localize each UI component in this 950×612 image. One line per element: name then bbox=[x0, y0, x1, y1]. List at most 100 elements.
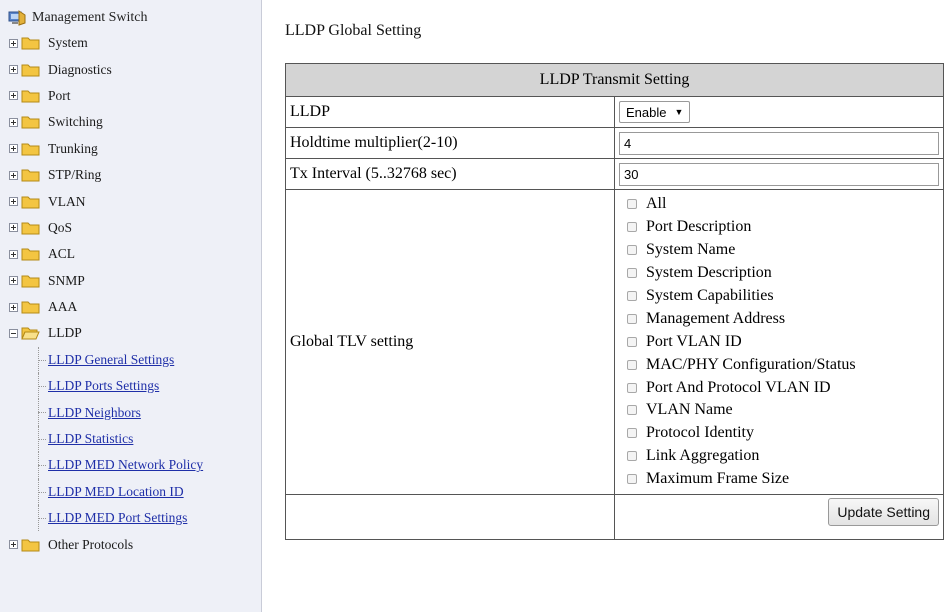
plus-box-icon[interactable] bbox=[9, 249, 18, 259]
sidebar-item-label: VLAN bbox=[48, 193, 86, 209]
sidebar-item-port[interactable]: Port bbox=[0, 83, 261, 109]
tlv-option-system-description[interactable]: System Description bbox=[627, 262, 939, 285]
plus-box-icon[interactable] bbox=[9, 38, 18, 48]
tlv-option-system-name[interactable]: System Name bbox=[627, 239, 939, 262]
lldp-med-network-policy-link[interactable]: LLDP MED Network Policy bbox=[48, 457, 203, 473]
sidebar-item-stp-ring[interactable]: STP/Ring bbox=[0, 162, 261, 188]
sidebar-subitem-lldp-med-network-policy[interactable]: LLDP MED Network Policy bbox=[0, 452, 261, 480]
plus-box-icon[interactable] bbox=[9, 540, 18, 550]
tx-interval-value-cell: 30 bbox=[614, 158, 944, 190]
tlv-option-all[interactable]: All bbox=[627, 193, 939, 216]
sidebar-subitem-lldp-ports-settings[interactable]: LLDP Ports Settings bbox=[0, 373, 261, 400]
sidebar-item-switching[interactable]: Switching bbox=[0, 109, 261, 135]
plus-box-icon[interactable] bbox=[9, 223, 18, 233]
checkbox-system-capabilities[interactable] bbox=[627, 291, 637, 301]
sidebar-item-label: QoS bbox=[48, 219, 73, 235]
sidebar-item-system[interactable]: System bbox=[0, 30, 261, 56]
plus-box-icon[interactable] bbox=[9, 197, 18, 207]
sidebar-item-other-protocols[interactable]: Other Protocols bbox=[0, 531, 261, 557]
sidebar-item-label: ACL bbox=[48, 246, 75, 262]
sidebar-subitem-lldp-general-settings[interactable]: LLDP General Settings bbox=[0, 346, 261, 374]
checkbox-maximum-frame-size[interactable] bbox=[627, 474, 637, 485]
sidebar-item-snmp[interactable]: SNMP bbox=[0, 268, 261, 294]
lldp-med-location-id-link[interactable]: LLDP MED Location ID bbox=[48, 484, 184, 500]
lldp-general-settings-link[interactable]: LLDP General Settings bbox=[48, 352, 174, 368]
tlv-option-vlan-name[interactable]: VLAN Name bbox=[627, 399, 939, 422]
global-tlv-label: Global TLV setting bbox=[285, 189, 615, 495]
update-setting-button[interactable]: Update Setting bbox=[828, 497, 939, 526]
checkbox-management-address[interactable] bbox=[627, 313, 637, 324]
tlv-option-mac-phy-config[interactable]: MAC/PHY Configuration/Status bbox=[627, 353, 939, 376]
sidebar-item-label: LLDP bbox=[48, 325, 82, 341]
sidebar-subitem-lldp-neighbors[interactable]: LLDP Neighbors bbox=[0, 399, 261, 427]
checkbox-all[interactable] bbox=[627, 199, 637, 210]
lldp-ports-settings-link[interactable]: LLDP Ports Settings bbox=[48, 378, 159, 394]
tree-root-label: Management Switch bbox=[32, 10, 148, 25]
folder-icon bbox=[21, 196, 40, 209]
tlv-checkbox-list: All Port Description System Name System … bbox=[619, 193, 939, 491]
tlv-option-port-protocol-vlan-id[interactable]: Port And Protocol VLAN ID bbox=[627, 376, 939, 399]
folder-icon bbox=[21, 275, 40, 288]
sidebar-item-vlan[interactable]: VLAN bbox=[0, 188, 261, 214]
tx-interval-input[interactable]: 30 bbox=[619, 162, 939, 186]
sidebar-item-diagnostics[interactable]: Diagnostics bbox=[0, 56, 261, 82]
checkbox-port-description[interactable] bbox=[627, 222, 637, 233]
lldp-enable-select[interactable]: Enable ▼ bbox=[619, 101, 691, 123]
plus-box-icon[interactable] bbox=[9, 65, 18, 75]
table-row: Tx Interval (5..32768 sec) 30 bbox=[285, 158, 944, 190]
sidebar-subitem-lldp-med-location-id[interactable]: LLDP MED Location ID bbox=[0, 478, 261, 506]
lldp-statistics-link[interactable]: LLDP Statistics bbox=[48, 431, 133, 447]
sidebar-item-aaa[interactable]: AAA bbox=[0, 294, 261, 320]
plus-box-icon[interactable] bbox=[9, 302, 18, 312]
tlv-option-maximum-frame-size[interactable]: Maximum Frame Size bbox=[627, 468, 939, 491]
sidebar-subitem-lldp-med-port-settings[interactable]: LLDP MED Port Settings bbox=[0, 505, 261, 532]
folder-icon bbox=[21, 37, 40, 50]
lldp-neighbors-link[interactable]: LLDP Neighbors bbox=[48, 405, 141, 421]
tlv-option-label: System Name bbox=[646, 241, 736, 259]
checkbox-port-protocol-vlan-id[interactable] bbox=[627, 382, 637, 393]
sidebar-item-label: Port bbox=[48, 87, 71, 103]
sidebar-subitem-lldp-statistics[interactable]: LLDP Statistics bbox=[0, 425, 261, 453]
tlv-option-protocol-identity[interactable]: Protocol Identity bbox=[627, 422, 939, 445]
sidebar-tree: Management Switch System Diagnostics Por… bbox=[0, 0, 262, 612]
tlv-option-link-aggregation[interactable]: Link Aggregation bbox=[627, 445, 939, 468]
holdtime-multiplier-input[interactable]: 4 bbox=[619, 131, 939, 155]
tlv-option-port-description[interactable]: Port Description bbox=[627, 216, 939, 239]
tlv-option-label: Port And Protocol VLAN ID bbox=[646, 378, 831, 396]
lldp-med-port-settings-link[interactable]: LLDP MED Port Settings bbox=[48, 510, 187, 526]
plus-box-icon[interactable] bbox=[9, 91, 18, 101]
minus-box-icon[interactable] bbox=[9, 328, 18, 338]
plus-box-icon[interactable] bbox=[9, 170, 18, 180]
tlv-option-label: VLAN Name bbox=[646, 401, 733, 419]
tlv-option-label: System Description bbox=[646, 264, 772, 282]
tlv-option-label: Port VLAN ID bbox=[646, 332, 742, 350]
holdtime-label: Holdtime multiplier(2-10) bbox=[285, 127, 615, 159]
tlv-option-system-capabilities[interactable]: System Capabilities bbox=[627, 285, 939, 308]
sidebar-item-qos[interactable]: QoS bbox=[0, 215, 261, 241]
tx-interval-label: Tx Interval (5..32768 sec) bbox=[285, 158, 615, 190]
plus-box-icon[interactable] bbox=[9, 276, 18, 286]
checkbox-vlan-name[interactable] bbox=[627, 405, 637, 416]
folder-icon bbox=[21, 301, 40, 314]
checkbox-protocol-identity[interactable] bbox=[627, 428, 637, 439]
page-title: LLDP Global Setting bbox=[285, 22, 422, 39]
caret-down-icon: ▼ bbox=[674, 107, 684, 117]
checkbox-port-vlan-id[interactable] bbox=[627, 336, 637, 347]
sidebar-item-lldp[interactable]: LLDP bbox=[0, 320, 261, 346]
checkbox-link-aggregation[interactable] bbox=[627, 451, 637, 462]
plus-box-icon[interactable] bbox=[9, 144, 18, 154]
checkbox-system-description[interactable] bbox=[627, 268, 637, 279]
tree-root[interactable]: Management Switch bbox=[0, 8, 261, 28]
checkbox-mac-phy-config[interactable] bbox=[627, 359, 637, 370]
sidebar-item-acl[interactable]: ACL bbox=[0, 241, 261, 267]
tlv-option-management-address[interactable]: Management Address bbox=[627, 307, 939, 330]
sidebar-item-label: Trunking bbox=[48, 140, 98, 156]
checkbox-system-name[interactable] bbox=[627, 245, 637, 256]
sidebar-item-trunking[interactable]: Trunking bbox=[0, 136, 261, 162]
table-row: Global TLV setting All Port Description … bbox=[285, 189, 944, 495]
plus-box-icon[interactable] bbox=[9, 117, 18, 127]
sidebar-item-label: Diagnostics bbox=[48, 61, 112, 77]
tlv-option-port-vlan-id[interactable]: Port VLAN ID bbox=[627, 330, 939, 353]
tlv-option-label: Protocol Identity bbox=[646, 424, 754, 442]
folder-icon bbox=[21, 90, 40, 103]
